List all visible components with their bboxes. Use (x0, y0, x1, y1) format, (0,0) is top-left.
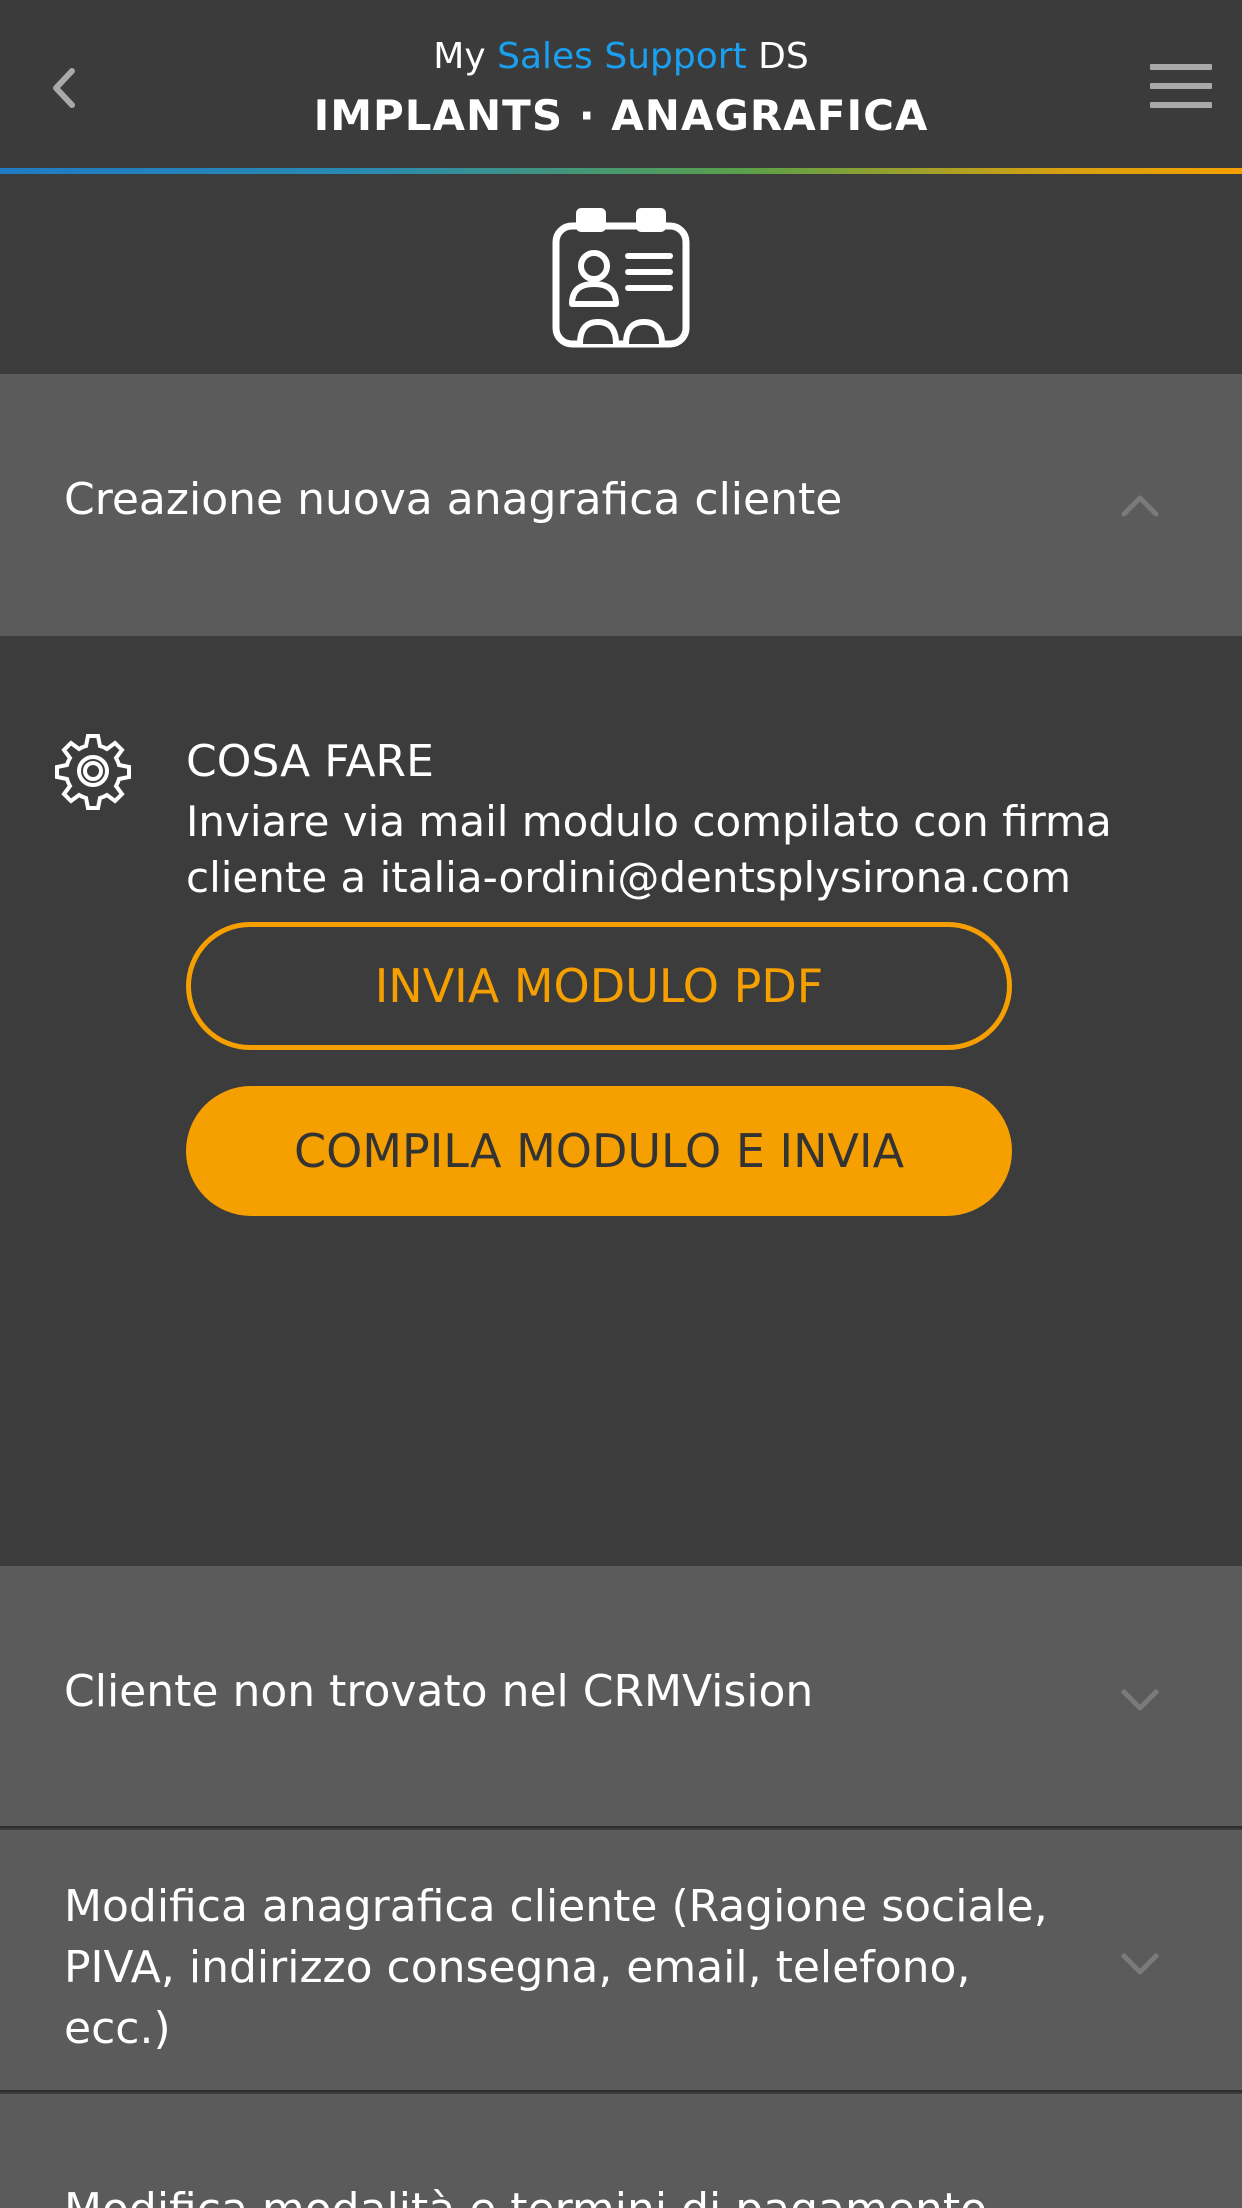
brand-prefix: My (433, 36, 486, 77)
compila-modulo-e-invia-button[interactable]: COMPILA MODULO E INVIA (186, 1086, 1012, 1216)
accordion-header-cliente-non-trovato[interactable]: Cliente non trovato nel CRMVision (0, 1566, 1242, 1828)
app-header: My Sales Support DS IMPLANTS · ANAGRAFIC… (0, 0, 1242, 172)
accordion-header-modifica-pagamento[interactable]: Modifica modalità e termini di pagamento (0, 2094, 1242, 2208)
cosa-fare-text: Inviare via mail modulo compilato con fi… (186, 797, 1112, 902)
accordion-header-creazione-content: Creazione nuova anagrafica cliente (0, 374, 1242, 636)
section-icon-band (0, 174, 1242, 374)
accordion-label: Modifica modalità e termini di pagamento (64, 2180, 987, 2208)
accordion-label: Creazione nuova anagrafica cliente (64, 474, 843, 525)
chevron-down-icon[interactable] (1116, 1676, 1164, 1724)
id-card-icon (552, 208, 690, 348)
accordion-label: Modifica anagrafica cliente (Ragione soc… (64, 1881, 1048, 2054)
page-title: IMPLANTS · ANAGRAFICA (313, 91, 929, 140)
accordion-header-modifica-anagrafica[interactable]: Modifica anagrafica cliente (Ragione soc… (0, 1830, 1242, 2092)
cosa-fare-title: COSA FARE (186, 736, 434, 787)
hamburger-menu-icon[interactable] (1150, 64, 1212, 108)
invia-modulo-pdf-button[interactable]: INVIA MODULO PDF (186, 922, 1012, 1050)
brand-suffix: DS (758, 36, 809, 77)
brand-accent: Sales Support (497, 36, 747, 77)
app-brand: My Sales Support DS (0, 34, 1242, 80)
accordion-label: Cliente non trovato nel CRMVision (64, 1666, 814, 1717)
chevron-up-icon[interactable] (1116, 480, 1164, 528)
gear-icon (55, 734, 131, 810)
chevron-down-icon[interactable] (1116, 1940, 1164, 1988)
